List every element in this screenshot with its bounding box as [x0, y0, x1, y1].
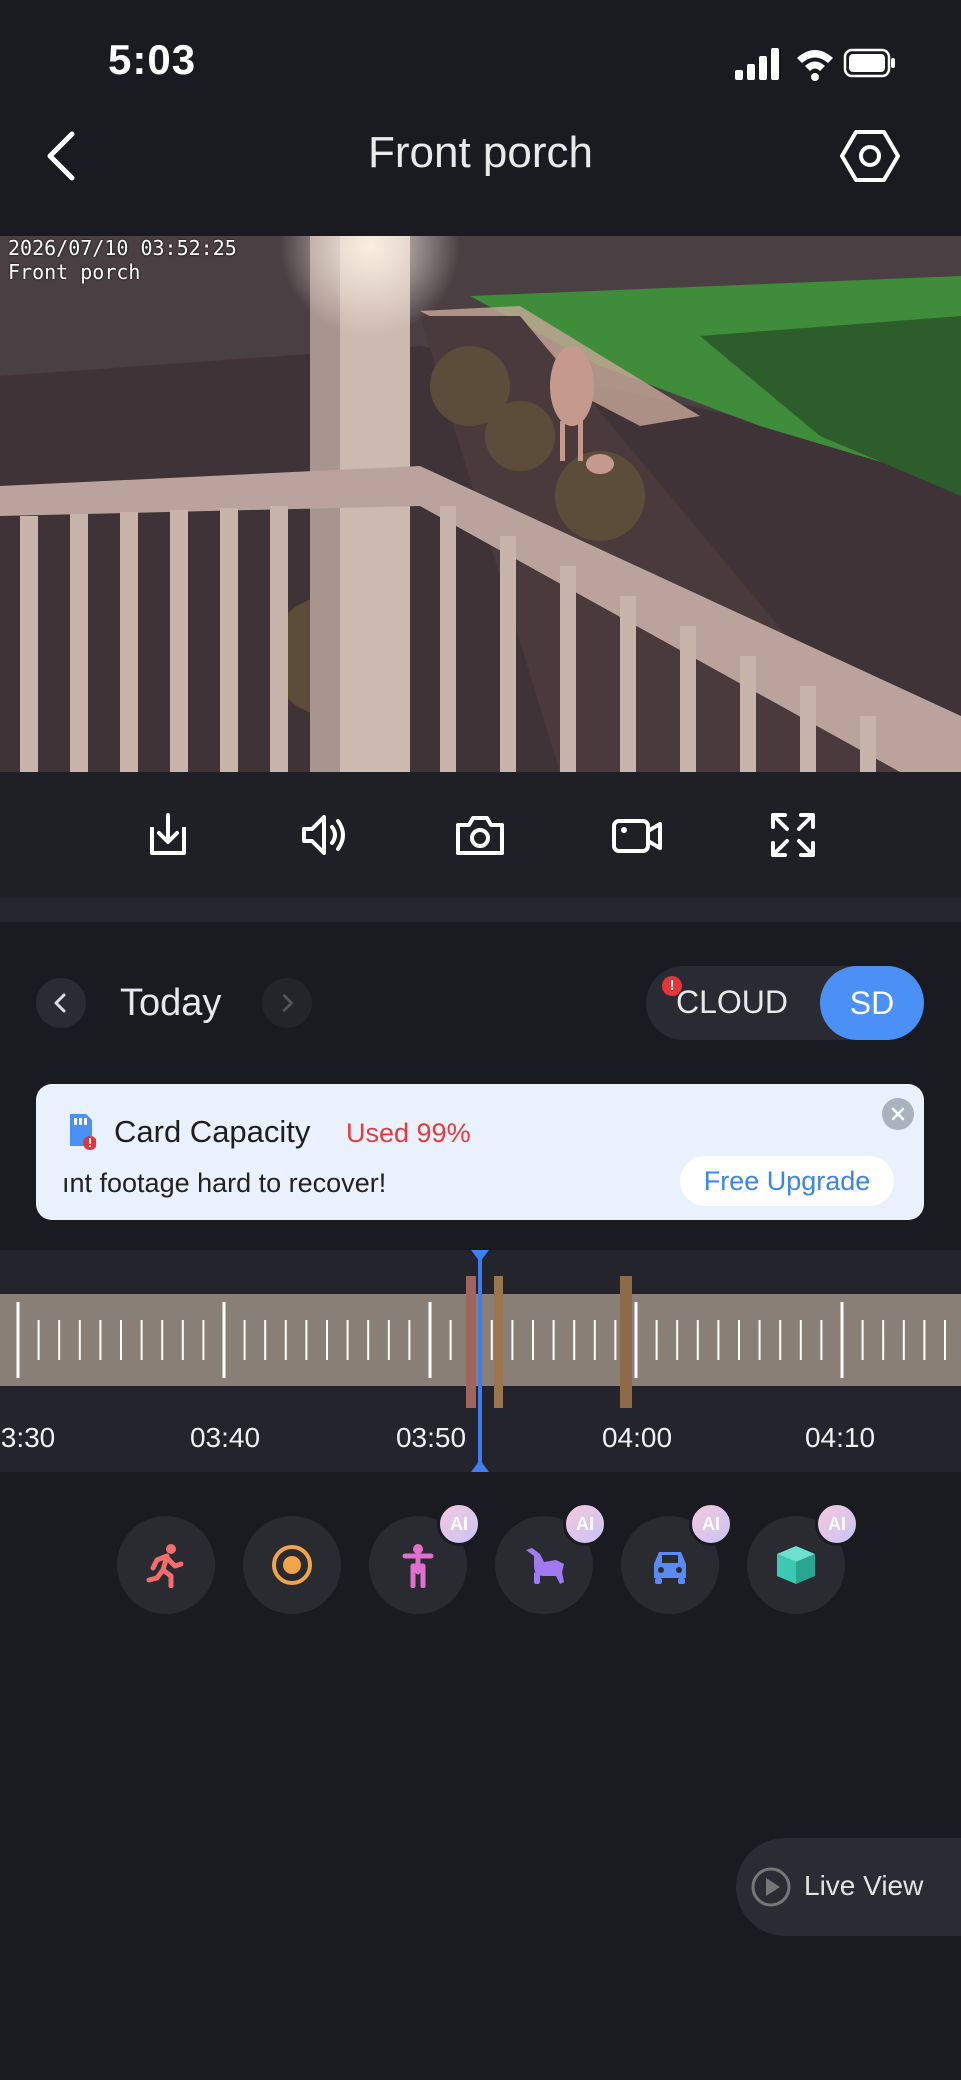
ai-badge: AI	[689, 1502, 733, 1546]
timeline-event-marker[interactable]	[620, 1276, 632, 1408]
filter-vehicle[interactable]: AI	[621, 1502, 733, 1614]
play-circle-icon	[751, 1867, 791, 1907]
camera-scene-image	[0, 236, 961, 772]
ai-badge: AI	[437, 1502, 481, 1546]
playhead-top-handle	[471, 1250, 489, 1262]
playback-timeline[interactable]: 3:30 03:40 03:50 04:00 04:10	[0, 1250, 961, 1472]
previous-day-button[interactable]	[36, 978, 86, 1028]
ai-badge: AI	[563, 1502, 607, 1546]
running-person-icon	[146, 1544, 184, 1588]
date-label[interactable]: Today	[120, 982, 221, 1025]
banner-title: Card Capacity	[114, 1114, 311, 1149]
playhead-bottom-handle	[471, 1460, 489, 1472]
chevron-right-icon	[282, 994, 293, 1012]
sd-card-warning-icon	[70, 1114, 96, 1150]
timeline-label: 04:00	[601, 1422, 673, 1453]
fullscreen-icon	[770, 813, 815, 857]
camera-video-feed[interactable]: 2026/07/10 03:52:25 Front porch	[0, 236, 961, 772]
page-title: Front porch	[368, 128, 593, 177]
wifi-icon	[797, 50, 833, 81]
banner-close-button[interactable]	[882, 1098, 914, 1130]
next-day-button[interactable]	[262, 978, 312, 1028]
filter-all-events[interactable]	[243, 1516, 341, 1614]
snapshot-button[interactable]	[450, 805, 510, 865]
filter-person[interactable]: AI	[369, 1502, 481, 1614]
timeline-label: 3:30	[0, 1422, 56, 1453]
record-button[interactable]	[607, 805, 667, 865]
chevron-left-icon	[54, 993, 66, 1013]
ai-badge: AI	[815, 1502, 859, 1546]
person-icon	[402, 1544, 434, 1588]
timeline-playhead[interactable]	[471, 1250, 489, 1472]
battery-icon	[843, 48, 895, 78]
cloud-option[interactable]: CLOUD	[676, 984, 788, 1021]
banner-message: ınt footage hard to recover!	[62, 1168, 387, 1198]
package-icon	[777, 1546, 815, 1584]
speaker-icon	[302, 815, 346, 855]
timeline-label: 03:40	[189, 1422, 261, 1453]
timeline-label: 04:10	[804, 1422, 876, 1453]
section-divider	[0, 898, 961, 922]
fullscreen-button[interactable]	[763, 805, 823, 865]
live-view-label: Live View	[804, 1870, 924, 1901]
filter-package[interactable]: AI	[747, 1502, 859, 1614]
timeline-event-marker[interactable]	[494, 1276, 503, 1408]
close-icon	[891, 1107, 905, 1121]
free-upgrade-button[interactable]: Free Upgrade	[680, 1156, 894, 1206]
download-button[interactable]	[138, 805, 198, 865]
hexagon-settings-icon	[840, 130, 900, 182]
playback-toolbar	[0, 772, 961, 898]
status-time: 5:03	[108, 36, 197, 83]
camera-snapshot-icon	[456, 816, 505, 855]
filter-motion[interactable]	[117, 1516, 215, 1614]
card-capacity-banner: Card Capacity Used 99% ınt footage hard …	[36, 1084, 924, 1220]
target-icon	[272, 1545, 312, 1585]
osd-timestamp: 2026/07/10 03:52:25	[8, 236, 237, 260]
car-icon	[654, 1552, 686, 1584]
status-icons	[735, 48, 895, 81]
audio-button[interactable]	[294, 805, 354, 865]
osd-camera-name: Front porch	[8, 260, 141, 284]
cellular-signal-icon	[735, 48, 779, 80]
sd-option[interactable]: SD	[820, 966, 924, 1040]
live-view-button[interactable]: Live View	[736, 1838, 961, 1936]
download-icon	[150, 813, 187, 855]
timeline-event-marker[interactable]	[466, 1276, 476, 1408]
storage-source-toggle: ! CLOUD SD	[646, 966, 924, 1040]
pet-icon	[526, 1548, 564, 1584]
video-record-icon	[611, 819, 662, 853]
settings-button[interactable]	[839, 128, 901, 184]
capacity-used: Used 99%	[346, 1118, 471, 1148]
video-osd: 2026/07/10 03:52:25 Front porch	[8, 236, 237, 284]
filter-pet[interactable]: AI	[495, 1502, 607, 1614]
timeline-label: 03:50	[395, 1422, 467, 1453]
